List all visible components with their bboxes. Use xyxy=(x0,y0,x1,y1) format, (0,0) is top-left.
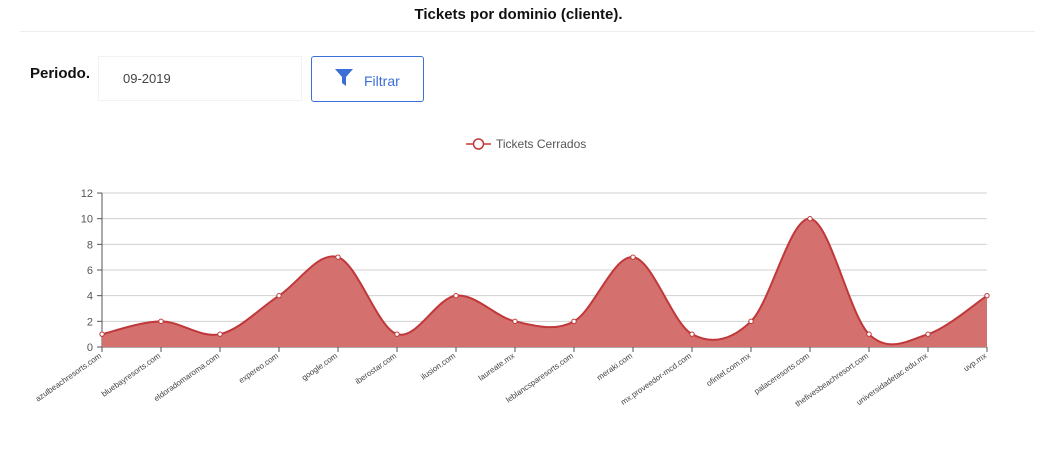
data-point[interactable] xyxy=(807,215,813,222)
x-tick-label: eldoradomaroma.com xyxy=(152,351,221,403)
x-tick-label: uvp.mx xyxy=(962,351,988,373)
filtrar-label: Filtrar xyxy=(364,73,400,89)
x-tick-label: palaceresorts.com xyxy=(752,351,811,396)
filter-icon xyxy=(334,68,354,91)
x-tick-label: ofintel.com.mx xyxy=(705,351,752,388)
legend-marker-icon xyxy=(472,138,485,150)
data-point[interactable] xyxy=(748,318,754,325)
legend-label: Tickets Cerrados xyxy=(496,137,586,151)
periodo-input[interactable] xyxy=(98,56,302,101)
y-tick-label: 6 xyxy=(87,265,93,277)
x-tick-label: google.com xyxy=(300,351,339,382)
data-point[interactable] xyxy=(571,318,577,325)
x-tick-label: azulbeachresorts.com xyxy=(34,351,104,403)
y-axis: 0 2 4 6 8 10 12 xyxy=(81,188,103,354)
chart-legend[interactable]: Tickets Cerrados xyxy=(466,137,586,151)
data-point[interactable] xyxy=(158,318,164,325)
y-tick-label: 12 xyxy=(81,188,93,200)
data-point[interactable] xyxy=(276,292,282,299)
x-tick-label: expereo.com xyxy=(237,351,280,385)
x-tick-label: iberostar.com xyxy=(354,351,399,386)
data-point[interactable] xyxy=(984,292,990,299)
y-tick-label: 0 xyxy=(87,342,93,354)
y-tick-label: 2 xyxy=(87,316,93,328)
y-tick-label: 10 xyxy=(81,214,93,226)
data-point[interactable] xyxy=(99,331,105,337)
x-tick-label: ilusion.com xyxy=(419,351,457,382)
data-point[interactable] xyxy=(453,292,459,299)
x-tick-label: bluebayresorts.com xyxy=(100,351,163,399)
tickets-chart: Tickets Cerrados 0 2 4 6 8 10 12 azulbeachreso… xyxy=(34,137,990,409)
data-point[interactable] xyxy=(866,331,872,337)
x-axis: azulbeachresorts.combluebayresorts.comel… xyxy=(34,347,988,409)
filtrar-button[interactable]: Filtrar xyxy=(311,56,424,102)
x-tick-label: laureate.mx xyxy=(477,351,516,382)
data-point[interactable] xyxy=(925,331,931,337)
y-tick-label: 4 xyxy=(87,291,93,303)
y-tick-label: 8 xyxy=(87,239,93,251)
data-point[interactable] xyxy=(512,318,518,325)
periodo-label: Periodo. xyxy=(30,65,91,82)
data-point[interactable] xyxy=(217,331,223,337)
divider xyxy=(20,31,1035,32)
data-point[interactable] xyxy=(394,331,400,337)
data-point[interactable] xyxy=(335,254,341,260)
x-tick-label: meraki.com xyxy=(595,351,634,382)
page-title: Tickets por dominio (cliente). xyxy=(414,6,623,23)
data-point[interactable] xyxy=(630,254,636,260)
data-point[interactable] xyxy=(689,331,695,337)
